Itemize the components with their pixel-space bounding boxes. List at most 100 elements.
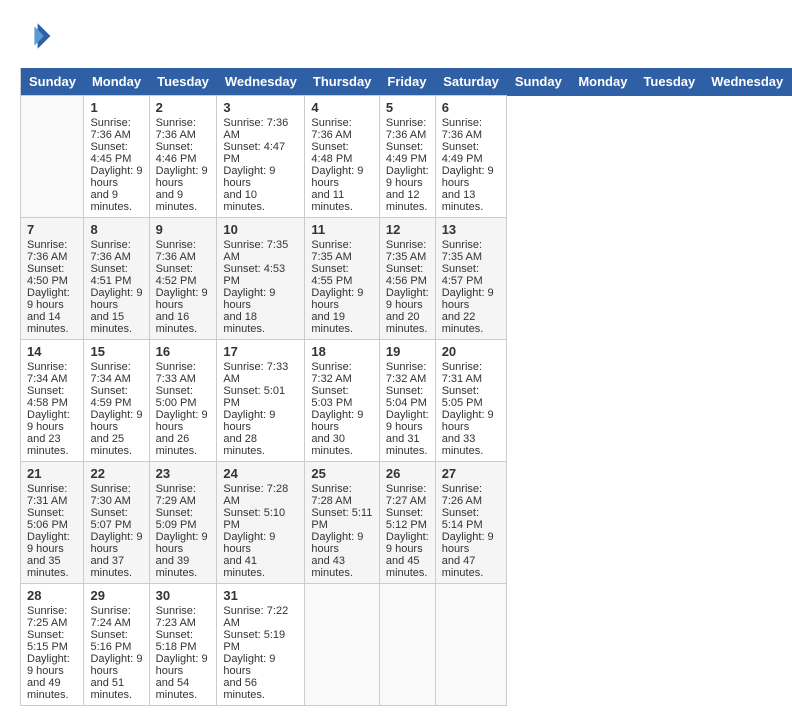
calendar-cell: 15Sunrise: 7:34 AMSunset: 4:59 PMDayligh… — [84, 340, 149, 462]
calendar-cell: 24Sunrise: 7:28 AMSunset: 5:10 PMDayligh… — [217, 462, 305, 584]
calendar-cell: 11Sunrise: 7:35 AMSunset: 4:55 PMDayligh… — [305, 218, 380, 340]
day-info: Daylight: 9 hours — [156, 653, 211, 677]
calendar-cell: 17Sunrise: 7:33 AMSunset: 5:01 PMDayligh… — [217, 340, 305, 462]
day-info: Sunrise: 7:23 AM — [156, 605, 211, 629]
day-info: Sunset: 5:10 PM — [223, 507, 298, 531]
day-info: and 12 minutes. — [386, 189, 429, 213]
day-info: Sunset: 5:12 PM — [386, 507, 429, 531]
day-info: and 11 minutes. — [311, 189, 373, 213]
day-info: Daylight: 9 hours — [156, 287, 211, 311]
calendar-cell: 27Sunrise: 7:26 AMSunset: 5:14 PMDayligh… — [435, 462, 507, 584]
day-info: Daylight: 9 hours — [386, 287, 429, 311]
day-info: Daylight: 9 hours — [27, 287, 77, 311]
day-info: and 39 minutes. — [156, 555, 211, 579]
day-info: Sunset: 4:49 PM — [442, 141, 501, 165]
day-number: 20 — [442, 344, 501, 359]
day-number: 23 — [156, 466, 211, 481]
day-info: and 26 minutes. — [156, 433, 211, 457]
calendar-cell: 1Sunrise: 7:36 AMSunset: 4:45 PMDaylight… — [84, 96, 149, 218]
day-info: Daylight: 9 hours — [27, 409, 77, 433]
day-info: and 31 minutes. — [386, 433, 429, 457]
day-info: Sunset: 5:14 PM — [442, 507, 501, 531]
day-info: Sunset: 5:06 PM — [27, 507, 77, 531]
day-info: Sunset: 4:48 PM — [311, 141, 373, 165]
calendar-week-row: 28Sunrise: 7:25 AMSunset: 5:15 PMDayligh… — [21, 584, 792, 706]
calendar-cell: 31Sunrise: 7:22 AMSunset: 5:19 PMDayligh… — [217, 584, 305, 706]
day-info: Sunset: 4:55 PM — [311, 263, 373, 287]
calendar-header-row: SundayMondayTuesdayWednesdayThursdayFrid… — [21, 68, 792, 96]
day-info: Sunrise: 7:36 AM — [156, 239, 211, 263]
column-header-thursday: Thursday — [305, 68, 380, 96]
day-info: and 51 minutes. — [90, 677, 142, 701]
day-info: Daylight: 9 hours — [90, 409, 142, 433]
day-number: 31 — [223, 588, 298, 603]
day-info: Daylight: 9 hours — [156, 531, 211, 555]
day-info: Daylight: 9 hours — [90, 531, 142, 555]
day-number: 8 — [90, 222, 142, 237]
calendar-cell: 4Sunrise: 7:36 AMSunset: 4:48 PMDaylight… — [305, 96, 380, 218]
calendar-cell: 9Sunrise: 7:36 AMSunset: 4:52 PMDaylight… — [149, 218, 217, 340]
column-header-tuesday: Tuesday — [149, 68, 217, 96]
day-info: Daylight: 9 hours — [311, 531, 373, 555]
calendar-cell: 18Sunrise: 7:32 AMSunset: 5:03 PMDayligh… — [305, 340, 380, 462]
day-info: Sunset: 4:50 PM — [27, 263, 77, 287]
column-header-monday: Monday — [570, 68, 635, 96]
day-info: Sunrise: 7:36 AM — [90, 239, 142, 263]
day-number: 29 — [90, 588, 142, 603]
calendar-cell: 13Sunrise: 7:35 AMSunset: 4:57 PMDayligh… — [435, 218, 507, 340]
day-info: and 43 minutes. — [311, 555, 373, 579]
day-info: Sunset: 4:47 PM — [223, 141, 298, 165]
calendar-cell: 14Sunrise: 7:34 AMSunset: 4:58 PMDayligh… — [21, 340, 84, 462]
day-number: 3 — [223, 100, 298, 115]
day-info: Sunrise: 7:32 AM — [311, 361, 373, 385]
day-info: and 22 minutes. — [442, 311, 501, 335]
column-header-tuesday: Tuesday — [635, 68, 703, 96]
day-info: Sunrise: 7:36 AM — [442, 117, 501, 141]
day-info: Daylight: 9 hours — [90, 653, 142, 677]
day-info: and 19 minutes. — [311, 311, 373, 335]
day-info: Daylight: 9 hours — [223, 287, 298, 311]
day-number: 22 — [90, 466, 142, 481]
day-info: Sunrise: 7:33 AM — [223, 361, 298, 385]
calendar-week-row: 21Sunrise: 7:31 AMSunset: 5:06 PMDayligh… — [21, 462, 792, 584]
day-number: 26 — [386, 466, 429, 481]
day-number: 10 — [223, 222, 298, 237]
day-info: Sunrise: 7:36 AM — [223, 117, 298, 141]
day-number: 30 — [156, 588, 211, 603]
day-info: and 10 minutes. — [223, 189, 298, 213]
day-info: Daylight: 9 hours — [223, 531, 298, 555]
logo — [20, 20, 56, 52]
day-info: Sunset: 4:56 PM — [386, 263, 429, 287]
day-info: Sunset: 4:51 PM — [90, 263, 142, 287]
day-info: Sunrise: 7:30 AM — [90, 483, 142, 507]
day-number: 18 — [311, 344, 373, 359]
day-info: and 25 minutes. — [90, 433, 142, 457]
calendar-cell: 10Sunrise: 7:35 AMSunset: 4:53 PMDayligh… — [217, 218, 305, 340]
day-info: Sunset: 5:04 PM — [386, 385, 429, 409]
calendar-table: SundayMondayTuesdayWednesdayThursdayFrid… — [20, 68, 792, 706]
day-number: 12 — [386, 222, 429, 237]
day-info: Sunset: 5:00 PM — [156, 385, 211, 409]
day-info: and 9 minutes. — [156, 189, 211, 213]
day-info: Sunrise: 7:28 AM — [311, 483, 373, 507]
day-info: Sunrise: 7:34 AM — [27, 361, 77, 385]
day-info: Sunrise: 7:25 AM — [27, 605, 77, 629]
day-info: and 49 minutes. — [27, 677, 77, 701]
day-info: and 14 minutes. — [27, 311, 77, 335]
logo-icon — [20, 20, 52, 52]
column-header-wednesday: Wednesday — [703, 68, 791, 96]
day-number: 2 — [156, 100, 211, 115]
day-info: Sunset: 5:09 PM — [156, 507, 211, 531]
day-info: Daylight: 9 hours — [311, 409, 373, 433]
day-info: and 56 minutes. — [223, 677, 298, 701]
day-info: Daylight: 9 hours — [156, 409, 211, 433]
day-number: 15 — [90, 344, 142, 359]
day-info: Daylight: 9 hours — [223, 409, 298, 433]
day-info: Sunrise: 7:34 AM — [90, 361, 142, 385]
calendar-cell: 21Sunrise: 7:31 AMSunset: 5:06 PMDayligh… — [21, 462, 84, 584]
day-info: Sunrise: 7:36 AM — [90, 117, 142, 141]
day-info: Sunrise: 7:24 AM — [90, 605, 142, 629]
day-info: Sunset: 5:11 PM — [311, 507, 373, 531]
calendar-cell: 20Sunrise: 7:31 AMSunset: 5:05 PMDayligh… — [435, 340, 507, 462]
day-info: Daylight: 9 hours — [27, 653, 77, 677]
